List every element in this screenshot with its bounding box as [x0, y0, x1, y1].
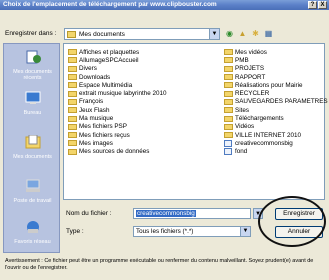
window-title: Choix de l'emplacement de téléchargement…	[3, 1, 217, 8]
folder-icon	[68, 115, 77, 122]
back-icon[interactable]: ◉	[224, 28, 235, 39]
place-network[interactable]: Favoris réseau	[4, 220, 61, 245]
place-label: Bureau	[23, 109, 42, 116]
recent-documents-icon	[26, 50, 41, 64]
folder-item[interactable]: Vidéos	[224, 123, 328, 131]
place-my-computer[interactable]: Poste de travail	[4, 179, 61, 204]
folder-icon	[224, 123, 233, 130]
highlight-circle	[258, 196, 326, 247]
place-my-documents[interactable]: Mes documents	[4, 134, 61, 160]
folder-icon	[224, 49, 233, 56]
my-computer-icon	[25, 179, 40, 192]
filetype-value: Tous les fichiers (*.*)	[136, 228, 194, 235]
dialog-toolbar: ◉ ▲ ✱ ▦	[224, 28, 274, 39]
folder-icon	[68, 65, 77, 72]
place-desktop[interactable]: Bureau	[4, 91, 61, 116]
folder-item[interactable]: RAPPORT	[224, 73, 328, 81]
folder-item[interactable]: SAUVEGARDES PARAMETRES	[224, 98, 328, 106]
folder-item[interactable]: Mes images	[68, 139, 167, 147]
folder-icon	[68, 107, 77, 114]
folder-icon	[68, 98, 77, 105]
save-in-dropdown[interactable]: Mes documents ▼	[64, 28, 220, 40]
folder-item[interactable]: Mes vidéos	[224, 48, 328, 56]
folder-item[interactable]: Jeux Flash	[68, 106, 167, 114]
place-label: Mes documents récents	[13, 68, 52, 82]
folder-icon	[68, 140, 77, 147]
html-file-icon	[224, 148, 232, 156]
file-item[interactable]: creativecommonsbig	[224, 139, 328, 147]
folder-icon	[224, 90, 233, 97]
save-dialog: Choix de l'emplacement de téléchargement…	[0, 0, 329, 280]
place-label: Favoris réseau	[14, 238, 51, 245]
folder-icon	[224, 65, 233, 72]
help-button[interactable]: ?	[308, 1, 317, 9]
folder-icon	[67, 30, 76, 38]
folder-icon	[68, 132, 77, 139]
folder-icon	[224, 74, 233, 81]
filename-value: creativecommonsbig	[136, 210, 196, 217]
folder-item[interactable]: Downloads	[68, 73, 167, 81]
network-places-icon	[26, 221, 39, 233]
folder-item[interactable]: PROJETS	[224, 65, 328, 73]
file-column-left: Affiches et plaquettes AllumageSPCAccuei…	[68, 48, 167, 156]
chevron-down-icon[interactable]: ▼	[240, 227, 250, 236]
close-button[interactable]: X	[318, 1, 327, 9]
desktop-icon	[25, 91, 40, 104]
folder-item[interactable]: Mes fichiers reçus	[68, 131, 167, 139]
up-folder-icon[interactable]: ▲	[237, 28, 248, 39]
view-menu-icon[interactable]: ▦	[263, 28, 274, 39]
folder-icon	[68, 82, 77, 89]
filetype-label: Type :	[66, 228, 84, 235]
folder-icon	[224, 57, 233, 64]
folder-item[interactable]: VILLE INTERNET 2010	[224, 131, 328, 139]
file-list[interactable]: Affiches et plaquettes AllumageSPCAccuei…	[63, 43, 328, 200]
folder-item[interactable]: Divers	[68, 65, 167, 73]
save-in-label: Enregistrer dans :	[5, 30, 57, 37]
folder-item[interactable]: Téléchargements	[224, 114, 328, 122]
warning-text: Avertissement : Ce fichier peut être un …	[5, 258, 314, 271]
folder-item[interactable]: Ma musique	[68, 114, 167, 122]
folder-item[interactable]: AllumageSPCAccueil	[68, 56, 167, 64]
folder-item[interactable]: Sites	[224, 106, 328, 114]
folder-icon	[68, 123, 77, 130]
folder-icon	[68, 74, 77, 81]
chevron-down-icon[interactable]: ▼	[209, 29, 219, 39]
folder-item[interactable]: RECYCLER	[224, 89, 328, 97]
place-label: Poste de travail	[13, 197, 52, 204]
folder-item[interactable]: extrait musique labyrinthe 2010	[68, 89, 167, 97]
file-item[interactable]: fond	[224, 148, 328, 156]
folder-icon	[224, 107, 233, 114]
place-recent[interactable]: Mes documents récents	[4, 50, 61, 82]
save-in-value: Mes documents	[79, 30, 125, 38]
folder-item[interactable]: Espace Multimédia	[68, 81, 167, 89]
places-bar: Mes documents récents Bureau Mes documen…	[3, 43, 60, 253]
folder-icon	[224, 132, 233, 139]
folder-item[interactable]: Mes fichiers PSP	[68, 123, 167, 131]
folder-item[interactable]: Affiches et plaquettes	[68, 48, 167, 56]
folder-item[interactable]: PMB	[224, 56, 328, 64]
html-file-icon	[224, 139, 232, 147]
folder-icon	[224, 98, 233, 105]
folder-icon	[68, 148, 77, 155]
folder-icon	[224, 115, 233, 122]
filename-label: Nom du fichier :	[66, 210, 112, 217]
folder-icon	[68, 90, 77, 97]
place-label: Mes documents	[13, 153, 52, 160]
filename-input[interactable]: creativecommonsbig	[133, 208, 251, 219]
new-folder-icon[interactable]: ✱	[250, 28, 261, 39]
folder-item[interactable]: Mes sources de données	[68, 148, 167, 156]
folder-icon	[224, 82, 233, 89]
filetype-dropdown[interactable]: Tous les fichiers (*.*) ▼	[133, 226, 251, 237]
title-bar: Choix de l'emplacement de téléchargement…	[0, 0, 329, 10]
folder-item[interactable]: François	[68, 98, 167, 106]
folder-icon	[68, 57, 77, 64]
folder-item[interactable]: Réalisations pour Mairie	[224, 81, 328, 89]
file-column-right: Mes vidéos PMB PROJETS RAPPORT Réalisati…	[224, 48, 328, 156]
folder-icon	[68, 49, 77, 56]
my-documents-icon	[25, 134, 40, 149]
